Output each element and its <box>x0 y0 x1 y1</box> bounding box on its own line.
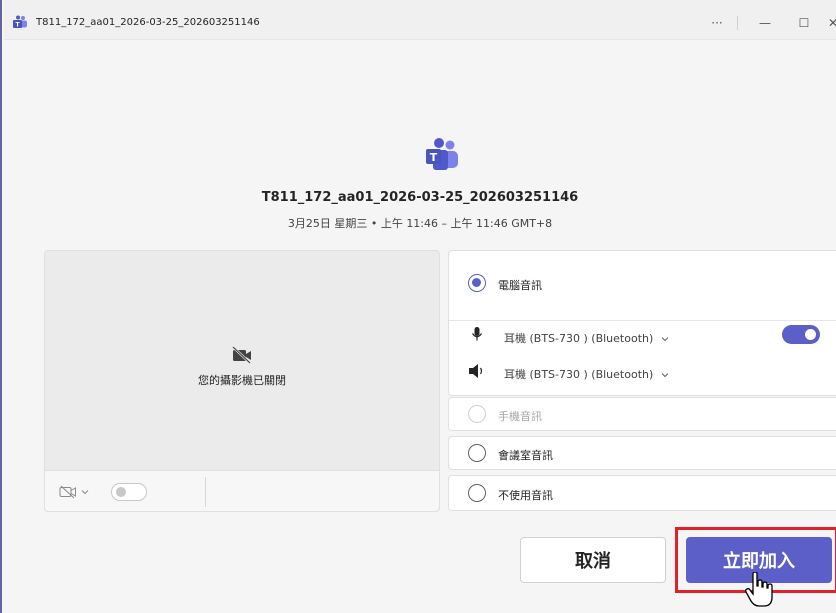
radio-computer-audio[interactable] <box>468 274 486 292</box>
camera-toggle[interactable] <box>111 483 147 501</box>
title-bar: T T811_172_aa01_2026-03-25_202603251146 … <box>4 0 836 40</box>
close-button[interactable]: ✕ <box>828 12 836 34</box>
toggle-knob <box>116 487 126 497</box>
radio-phone-audio[interactable] <box>468 405 486 423</box>
cancel-button[interactable]: 取消 <box>520 537 666 583</box>
camera-dropdown-button[interactable] <box>59 482 99 502</box>
toggle-knob <box>805 329 816 340</box>
teams-logo-icon: T <box>426 138 458 170</box>
option-label-room-audio: 會議室音訊 <box>498 449 553 462</box>
camera-off-text: 您的攝影機已關閉 <box>198 374 286 387</box>
controls-divider <box>205 477 206 507</box>
speaker-device-label: 耳機 (BTS-730 ) (Bluetooth) <box>504 368 654 381</box>
maximize-button[interactable]: ☐ <box>791 12 817 34</box>
radio-room-audio[interactable] <box>468 444 486 462</box>
chevron-down-icon <box>661 373 669 378</box>
video-preview-area: 您的攝影機已關閉 <box>45 251 439 471</box>
titlebar-divider <box>737 16 738 30</box>
video-controls-bar <box>45 470 439 511</box>
option-label-phone-audio: 手機音訊 <box>498 410 542 423</box>
speaker-select[interactable]: 耳機 (BTS-730 ) (Bluetooth) <box>504 366 669 382</box>
microphone-toggle[interactable] <box>782 325 820 344</box>
speaker-icon <box>469 364 483 378</box>
teams-prejoin-window: T T811_172_aa01_2026-03-25_202603251146 … <box>0 0 836 613</box>
meeting-time: 3月25日 星期三 • 上午 11:46 – 上午 11:46 GMT+8 <box>287 217 553 230</box>
camera-outline-off-icon <box>59 485 76 499</box>
teams-app-icon: T <box>13 15 27 29</box>
radio-no-audio[interactable] <box>468 484 486 502</box>
microphone-select[interactable]: 耳機 (BTS-730 ) (Bluetooth) <box>504 330 669 346</box>
window-title: T811_172_aa01_2026-03-25_202603251146 <box>36 17 260 28</box>
hand-cursor-icon <box>745 572 773 607</box>
chevron-down-icon <box>81 490 89 495</box>
more-options-icon[interactable]: ··· <box>704 12 730 34</box>
meeting-title: T811_172_aa01_2026-03-25_202603251146 <box>261 190 579 205</box>
option-label-computer-audio: 電腦音訊 <box>498 279 542 292</box>
svg-text:T: T <box>430 151 438 164</box>
microphone-device-label: 耳機 (BTS-730 ) (Bluetooth) <box>504 332 654 345</box>
chevron-down-icon <box>661 337 669 342</box>
microphone-icon <box>472 327 482 341</box>
video-preview-panel: 您的攝影機已關閉 <box>44 250 440 512</box>
camera-off-icon <box>232 346 251 364</box>
minimize-button[interactable]: — <box>752 12 778 34</box>
option-label-no-audio: 不使用音訊 <box>498 489 553 502</box>
card-divider <box>449 320 836 321</box>
